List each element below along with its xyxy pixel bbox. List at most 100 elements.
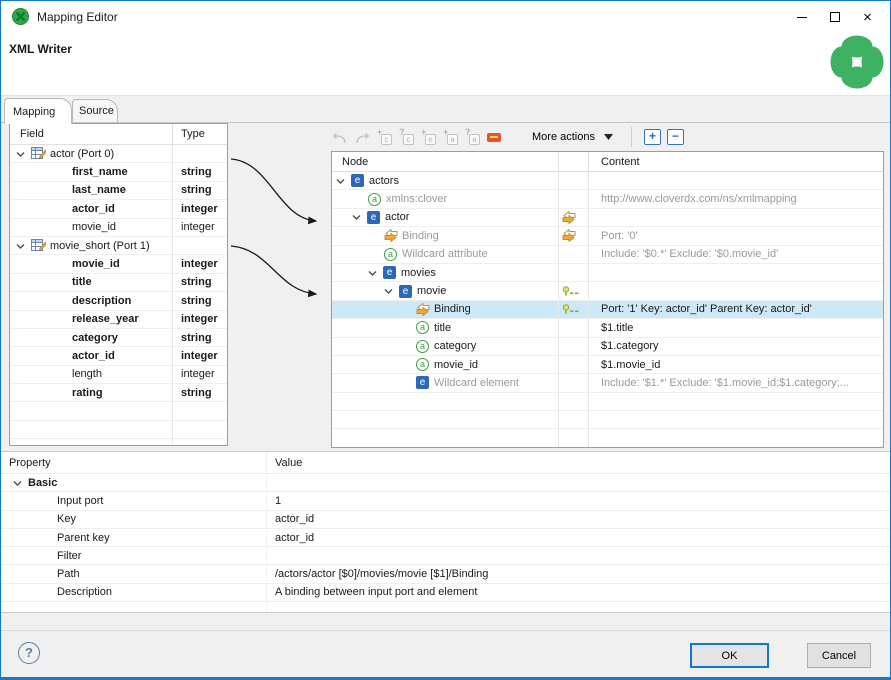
mapping-arrows (230, 158, 318, 298)
remove-icon (487, 132, 501, 142)
type-column-header: Type (172, 124, 227, 144)
table-row[interactable]: movie_id integer (10, 218, 227, 237)
tree-row[interactable]: movies (332, 263, 883, 283)
clover-window-icon (12, 8, 29, 25)
property-row[interactable]: Path/actors/actor [$0]/movies/movie [$1]… (1, 565, 890, 584)
table-row[interactable]: first_name string (10, 163, 227, 182)
add-child-element-button[interactable]: + c (376, 127, 392, 145)
chevron-down-icon[interactable] (368, 270, 380, 276)
tree-row[interactable]: title $1.title (332, 319, 883, 338)
add-element-button[interactable]: + e (420, 127, 436, 145)
record-edit-icon (31, 147, 46, 160)
table-row[interactable]: movie_id integer (10, 255, 227, 274)
table-row[interactable]: length integer (10, 365, 227, 385)
table-row[interactable]: last_name string (10, 181, 227, 201)
minimize-icon (796, 16, 807, 18)
undo-button[interactable] (332, 129, 348, 145)
tab-source[interactable]: Source (72, 99, 118, 122)
table-row[interactable]: release_year integer (10, 310, 227, 329)
close-icon: × (863, 8, 872, 26)
table-row[interactable]: category string (10, 328, 227, 348)
more-actions-dropdown[interactable]: More actions (532, 131, 613, 143)
cancel-button[interactable]: Cancel (807, 643, 871, 668)
tree-row[interactable]: movie (332, 282, 883, 301)
tree-row-empty (332, 392, 883, 412)
chevron-down-icon[interactable] (16, 151, 28, 157)
property-grid-header: Property Value (1, 452, 890, 474)
property-row[interactable]: Parent key actor_id (1, 528, 890, 548)
add-wildcard-attribute-button[interactable]: ? a (464, 127, 480, 145)
toolbar-separator (630, 127, 632, 147)
binding-icon (562, 229, 576, 243)
table-row[interactable]: actor (Port 0) (10, 145, 227, 164)
tree-row[interactable]: Binding Port: '0' (332, 227, 883, 246)
caret-down-icon (603, 134, 613, 140)
add-attribute-button[interactable]: + a (442, 127, 458, 145)
cloverdx-logo (830, 35, 884, 89)
tree-row-selected[interactable]: Binding Port: '1' Key: actor_id' Parent … (332, 300, 883, 320)
property-row[interactable]: Key actor_id (1, 510, 890, 529)
tree-row[interactable]: xmlns:clover http://www.cloverdx.com/ns/… (332, 190, 883, 209)
key-binding-icon (562, 304, 580, 315)
title-bar: Mapping Editor × (1, 1, 890, 33)
dialog-header: XML Writer (1, 33, 890, 95)
minimize-button[interactable] (785, 4, 818, 30)
window-title: Mapping Editor (37, 10, 118, 24)
add-child-wildcard-button[interactable]: ? c (398, 127, 414, 145)
input-fields-table: Field Type actor (Port 0) first_name stri… (9, 123, 228, 446)
expand-all-button[interactable]: + (643, 129, 661, 145)
xml-mapping-tree: Node Content actors xmlns:clover http://… (331, 151, 884, 448)
mapping-toolbar: + c ? c + e + a ? a More actions + − (332, 125, 684, 149)
attribute-icon (416, 321, 429, 335)
value-column-header: Value (266, 452, 890, 473)
help-button[interactable]: ? (18, 642, 40, 664)
property-group-row[interactable]: Basic (1, 474, 890, 493)
property-grid: Property Value Basic Input port 1 Key acto… (1, 451, 890, 613)
element-icon (383, 266, 396, 280)
tab-mapping[interactable]: Mapping (4, 98, 72, 124)
table-row[interactable]: actor_id integer (10, 347, 227, 366)
property-row[interactable]: Input port 1 (1, 492, 890, 511)
table-row-empty (10, 420, 227, 440)
tree-row[interactable]: actor (332, 208, 883, 228)
redo-icon (356, 132, 370, 143)
collapse-all-button[interactable]: − (666, 129, 684, 145)
tree-row[interactable]: Wildcard element Include: '$1.*' Exclude… (332, 374, 883, 393)
node-column-header: Node (342, 155, 369, 168)
chevron-down-icon[interactable] (13, 480, 25, 486)
property-column-header: Property (9, 456, 51, 469)
record-label: movie_short (Port 1) (50, 239, 150, 252)
chevron-down-icon[interactable] (16, 243, 28, 249)
ok-button[interactable]: OK (690, 643, 769, 668)
tree-row[interactable]: category $1.category (332, 337, 883, 356)
table-row[interactable]: rating string (10, 384, 227, 403)
table-row[interactable]: actor_id integer (10, 200, 227, 219)
chevron-down-icon[interactable] (384, 288, 396, 295)
chevron-down-icon[interactable] (352, 214, 364, 221)
redo-button[interactable] (354, 129, 370, 145)
element-icon (351, 174, 364, 188)
close-button[interactable]: × (851, 4, 884, 30)
tree-row-empty (332, 411, 883, 430)
binding-column-header (558, 152, 589, 171)
element-icon (399, 284, 412, 298)
table-row[interactable]: title string (10, 273, 227, 293)
table-row[interactable]: movie_short (Port 1) (10, 236, 227, 256)
property-row[interactable]: Description A binding between input port … (1, 583, 890, 603)
tree-row[interactable]: actors (332, 172, 883, 191)
page-title: XML Writer (9, 42, 72, 56)
property-row[interactable]: Filter (1, 547, 890, 566)
tree-row-empty (332, 429, 883, 447)
attribute-icon (416, 358, 429, 372)
tree-row[interactable]: Wildcard attribute Include: '$0.*' Exclu… (332, 245, 883, 264)
tree-header: Node Content (332, 152, 883, 172)
remove-button[interactable] (486, 129, 502, 145)
tree-row[interactable]: movie_id $1.movie_id (332, 355, 883, 375)
maximize-button[interactable] (818, 4, 851, 30)
field-column-header: Field (20, 128, 44, 140)
element-icon (367, 210, 380, 224)
chevron-down-icon[interactable] (336, 178, 348, 184)
binding-icon (416, 302, 430, 316)
attribute-icon (368, 192, 381, 206)
table-row[interactable]: description string (10, 292, 227, 311)
